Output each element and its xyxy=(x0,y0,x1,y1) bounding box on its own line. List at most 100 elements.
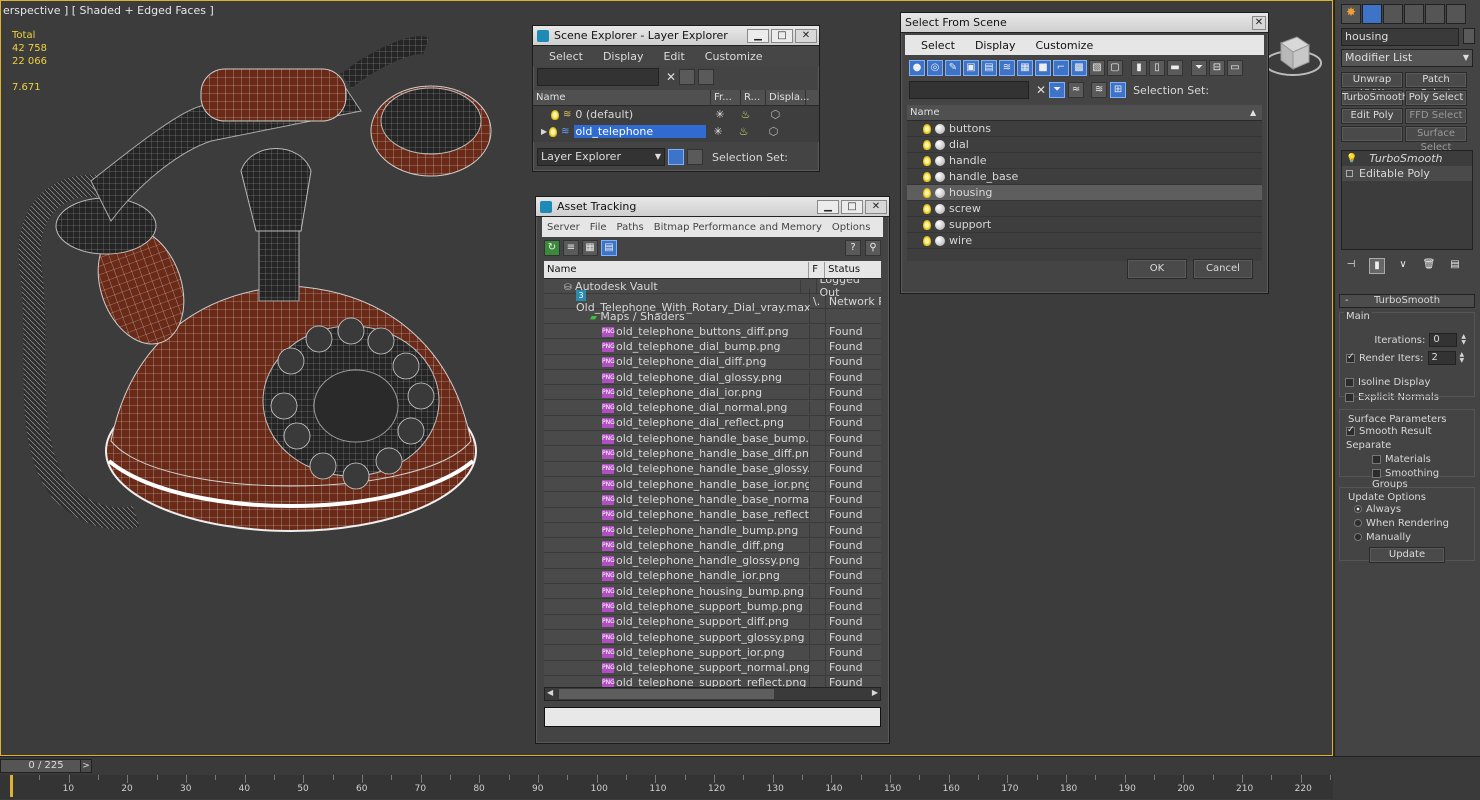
asset-map-row[interactable]: PNGold_telephone_handle_base_diff.png Fou… xyxy=(544,446,881,462)
col-render[interactable]: R... xyxy=(741,89,766,106)
menu-file[interactable]: File xyxy=(585,222,612,233)
hidden-filter-icon[interactable]: ▢ xyxy=(1107,60,1123,76)
ok-button[interactable]: OK xyxy=(1127,259,1187,279)
asset-map-row[interactable]: PNGold_telephone_support_reflect.png Foun… xyxy=(544,675,881,687)
create-tab-icon[interactable]: ✸ xyxy=(1341,4,1361,24)
freeze-icon[interactable]: ✳ xyxy=(714,125,723,138)
modifier-list-dropdown[interactable]: Modifier List ▼ xyxy=(1341,49,1473,67)
light-bulb-icon[interactable] xyxy=(923,203,931,214)
containers-filter-icon[interactable]: ▩ xyxy=(1071,60,1087,76)
light-bulb-icon[interactable] xyxy=(551,109,559,120)
light-bulb-icon[interactable] xyxy=(923,187,931,198)
hierarchy-tab-icon[interactable] xyxy=(1383,4,1403,24)
patch-select-button[interactable]: Patch Select xyxy=(1405,72,1467,99)
menu-customize[interactable]: Customize xyxy=(695,50,773,63)
minimize-button[interactable]: ▁ xyxy=(817,199,839,214)
col-name[interactable]: Name xyxy=(907,105,1247,121)
select-from-scene-window[interactable]: Select From Scene ✕ Select Display Custo… xyxy=(900,12,1269,294)
helpers-filter-icon[interactable]: ▤ xyxy=(981,60,997,76)
cancel-button[interactable]: Cancel xyxy=(1193,259,1253,279)
explicit-normals-checkbox[interactable] xyxy=(1345,392,1354,402)
geometry-filter-icon[interactable]: ● xyxy=(909,60,925,76)
asset-map-row[interactable]: PNGold_telephone_support_diff.png Found xyxy=(544,614,881,630)
when-rendering-radio[interactable] xyxy=(1354,519,1362,527)
asset-map-row[interactable]: PNGold_telephone_handle_base_ior.png Foun… xyxy=(544,476,881,493)
light-bulb-icon[interactable] xyxy=(923,219,931,230)
make-unique-icon[interactable]: ∨ xyxy=(1395,258,1411,274)
show-end-result-icon[interactable]: ▮ xyxy=(1369,258,1385,274)
light-bulb-icon[interactable] xyxy=(923,139,931,150)
col-status[interactable]: Status xyxy=(825,262,881,278)
object-color-swatch[interactable] xyxy=(1463,28,1475,44)
always-radio[interactable] xyxy=(1354,505,1362,513)
time-slider-next-icon[interactable]: > xyxy=(80,759,92,773)
smoothing-groups-checkbox[interactable] xyxy=(1372,468,1381,478)
filter-icon[interactable] xyxy=(679,69,696,85)
scroll-left-icon[interactable]: ◀ xyxy=(547,688,553,697)
ffd-select-button[interactable]: FFD Select xyxy=(1405,108,1467,124)
edit-poly-button[interactable]: Edit Poly xyxy=(1341,108,1403,124)
render-teapot-icon[interactable]: ♨ xyxy=(739,125,749,138)
asset-map-row[interactable]: PNGold_telephone_handle_glossy.png Found xyxy=(544,553,881,569)
asset-tracking-window[interactable]: Asset Tracking ▁ □ ✕ Server File Paths B… xyxy=(535,196,890,744)
scrollbar-thumb[interactable] xyxy=(559,689,774,699)
turbosmooth-button[interactable]: TurboSmooth xyxy=(1341,90,1408,106)
light-bulb-icon[interactable] xyxy=(923,155,931,166)
hierarchy-icon[interactable] xyxy=(687,149,703,165)
object-search-input[interactable] xyxy=(909,81,1029,99)
bones-filter-icon[interactable]: ⌐ xyxy=(1053,60,1069,76)
asset-row-group[interactable]: ▰ Maps / Shaders xyxy=(544,308,881,324)
clear-search-icon[interactable]: ✕ xyxy=(1036,83,1046,97)
object-row[interactable]: buttons xyxy=(907,121,1262,137)
configure-sets-icon[interactable]: ▤ xyxy=(1447,258,1463,274)
object-row[interactable]: handle_base xyxy=(907,169,1262,185)
horizontal-scrollbar[interactable]: ◀ ▶ xyxy=(544,687,881,701)
object-row[interactable]: screw xyxy=(907,201,1262,217)
asset-map-row[interactable]: PNGold_telephone_dial_diff.png Found xyxy=(544,354,881,370)
layer-stack-icon[interactable] xyxy=(698,69,715,85)
asset-row-file[interactable]: 3 Old_Telephone_With_Rotary_Dial_vray.ma… xyxy=(544,288,881,314)
minimize-button[interactable]: ▁ xyxy=(747,28,769,43)
select-all-icon[interactable]: ▮ xyxy=(1131,60,1147,76)
freeze-icon[interactable]: ✳ xyxy=(715,108,724,121)
expand-box-icon[interactable] xyxy=(1346,170,1353,177)
render-teapot-icon[interactable]: ♨ xyxy=(741,108,751,121)
object-name-field[interactable]: housing xyxy=(1341,28,1459,46)
display-box-icon[interactable]: ⬡ xyxy=(769,125,779,138)
empty-modifier-button[interactable] xyxy=(1341,126,1403,142)
shapes-filter-icon[interactable]: ◎ xyxy=(927,60,943,76)
spinner-arrows-icon[interactable]: ▲ ▼ xyxy=(1461,334,1466,346)
materials-checkbox[interactable] xyxy=(1372,454,1381,464)
pin-stack-icon[interactable]: ⊣ xyxy=(1343,258,1359,274)
motion-tab-icon[interactable] xyxy=(1404,4,1424,24)
filter-funnel-icon[interactable]: ⏷ xyxy=(1191,60,1207,76)
light-bulb-icon[interactable] xyxy=(923,123,931,134)
lights-filter-icon[interactable]: ✎ xyxy=(945,60,961,76)
asset-map-row[interactable]: PNGold_telephone_support_ior.png Found xyxy=(544,644,881,661)
rollout-title[interactable]: - TurboSmooth xyxy=(1339,294,1475,308)
frozen-filter-icon[interactable]: ▧ xyxy=(1089,60,1105,76)
layer-search-input[interactable] xyxy=(537,68,659,86)
poly-select-button[interactable]: Poly Select xyxy=(1405,90,1467,106)
stack-item-editable-poly[interactable]: Editable Poly xyxy=(1342,166,1472,181)
smooth-result-checkbox[interactable] xyxy=(1346,425,1355,436)
select-invert-icon[interactable]: ▬ xyxy=(1167,60,1183,76)
current-frame-marker[interactable] xyxy=(10,775,13,797)
close-button[interactable]: ✕ xyxy=(1252,15,1266,30)
table-view-icon[interactable]: ▤ xyxy=(601,240,617,256)
iterations-spinner[interactable]: 0 xyxy=(1429,333,1458,347)
asset-map-row[interactable]: PNGold_telephone_dial_glossy.png Found xyxy=(544,369,881,386)
maximize-button[interactable]: □ xyxy=(841,199,863,214)
collapse-icon[interactable]: ▭ xyxy=(1227,60,1243,76)
menu-display[interactable]: Display xyxy=(593,50,654,63)
asset-map-row[interactable]: PNGold_telephone_handle_ior.png Found xyxy=(544,568,881,585)
light-bulb-icon[interactable] xyxy=(923,235,931,246)
layers-icon[interactable] xyxy=(668,149,684,165)
asset-map-row[interactable]: PNGold_telephone_dial_normal.png Found xyxy=(544,400,881,416)
asset-map-row[interactable]: PNGold_telephone_support_normal.png Found xyxy=(544,660,881,676)
close-button[interactable]: ✕ xyxy=(795,28,817,43)
menu-bitmap-performance[interactable]: Bitmap Performance and Memory xyxy=(649,222,827,233)
pin-icon[interactable]: ⚲ xyxy=(865,240,881,256)
layer-row[interactable]: ≋ 0 (default) ✳ ♨ ⬡ xyxy=(533,106,819,123)
object-row[interactable]: housing xyxy=(907,185,1262,201)
